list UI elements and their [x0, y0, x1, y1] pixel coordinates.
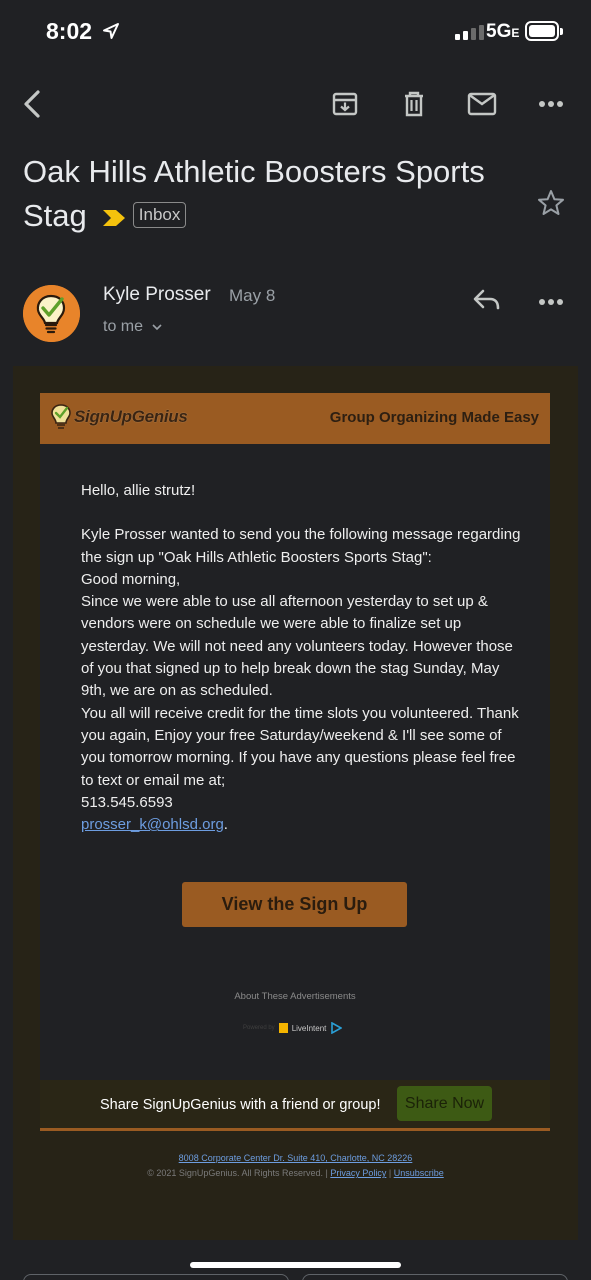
message-line: Since we were able to use all afternoon … — [81, 593, 513, 700]
message-intro: Kyle Prosser wanted to send you the foll… — [81, 526, 521, 566]
reply-button[interactable] — [470, 286, 506, 318]
signupgenius-header: SignUpGenius Group Organizing Made Easy — [40, 393, 550, 444]
more-horizontal-icon — [539, 101, 563, 107]
reply-action-button[interactable] — [23, 1274, 289, 1280]
unsubscribe-link[interactable]: Unsubscribe — [394, 1168, 444, 1178]
recipient-text: to me — [103, 318, 144, 335]
privacy-policy-link[interactable]: Privacy Policy — [330, 1168, 386, 1178]
delete-icon — [405, 91, 423, 117]
location-arrow-icon — [103, 23, 119, 39]
powered-by-text: Powered by — [243, 1025, 275, 1031]
email-subject: Oak Hills Athletic Boosters Sports Stag … — [23, 150, 523, 238]
archive-icon — [332, 92, 358, 116]
message-line: Good morning, — [81, 570, 181, 588]
subject-line-2: Stag — [23, 198, 87, 233]
footer-address[interactable]: 8008 Corporate Center Dr. Suite 410, Cha… — [13, 1153, 578, 1163]
mail-icon — [467, 92, 497, 116]
email-date: May 8 — [229, 286, 276, 305]
delete-button[interactable] — [396, 86, 432, 122]
about-ads-link[interactable]: About These Advertisements — [40, 991, 550, 1002]
network-type: 5GE — [486, 21, 520, 42]
brand-tagline: Group Organizing Made Easy — [329, 409, 539, 426]
more-horizontal-icon — [539, 299, 563, 305]
home-indicator[interactable] — [190, 1262, 401, 1268]
lightbulb-logo-icon — [23, 285, 80, 342]
share-prompt: Share SignUpGenius with a friend or grou… — [100, 1097, 381, 1113]
greeting: Hello, allie strutz! — [81, 482, 196, 499]
liveintent-logo-icon — [278, 1023, 288, 1033]
liveintent-text: LiveIntent — [291, 1023, 327, 1033]
signupgenius-logo[interactable]: SignUpGenius — [50, 403, 188, 431]
chevron-down-icon — [152, 324, 163, 331]
share-now-button[interactable]: Share Now — [397, 1086, 492, 1121]
forward-action-button[interactable] — [302, 1274, 568, 1280]
more-options-button[interactable] — [533, 86, 569, 122]
back-arrow-icon — [24, 90, 40, 118]
phone-number: 513.545.6593 — [81, 793, 173, 811]
sender-avatar[interactable] — [23, 285, 80, 342]
signal-strength-icon — [455, 24, 484, 40]
footer-separator: | — [388, 1168, 392, 1178]
reply-icon — [473, 289, 500, 310]
subject-line-1: Oak Hills Athletic Boosters Sports — [23, 154, 485, 189]
message-more-button[interactable] — [533, 286, 569, 318]
importance-marker-icon[interactable] — [101, 208, 127, 228]
brand-name: SignUpGenius — [74, 407, 188, 426]
email-link[interactable]: prosser_k@ohlsd.org — [81, 816, 224, 833]
copyright-text: © 2021 SignUpGenius. All Rights Reserved… — [147, 1168, 328, 1178]
adchoices-icon — [331, 1022, 343, 1034]
back-button[interactable] — [14, 86, 50, 122]
clock: 8:02 — [46, 18, 93, 44]
liveintent-badge[interactable]: Powered by LiveIntent — [243, 1022, 343, 1034]
archive-button[interactable] — [327, 86, 363, 122]
view-signup-button[interactable]: View the Sign Up — [182, 882, 407, 927]
message-line: You all will receive credit for the time… — [81, 704, 519, 789]
inbox-label-chip[interactable]: Inbox — [132, 201, 187, 228]
status-bar: 8:02 5GE — [0, 0, 591, 62]
share-bar: Share SignUpGenius with a friend or grou… — [40, 1080, 550, 1131]
sender-name: Kyle Prosser — [103, 284, 211, 305]
email-body: SignUpGenius Group Organizing Made Easy … — [13, 366, 578, 1240]
lightbulb-icon — [51, 404, 71, 429]
message-text: Hello, allie strutz! Kyle Prosser wanted… — [81, 480, 521, 836]
footer-copyright-line: © 2021 SignUpGenius. All Rights Reserved… — [13, 1168, 578, 1178]
message-card: Hello, allie strutz! Kyle Prosser wanted… — [40, 444, 550, 1080]
star-icon[interactable] — [536, 188, 566, 218]
recipient-details-toggle[interactable]: to me — [103, 318, 163, 336]
battery-icon — [525, 21, 563, 41]
email-link-line: prosser_k@ohlsd.org. — [81, 816, 228, 834]
mark-unread-button[interactable] — [464, 86, 500, 122]
email-toolbar — [0, 80, 591, 128]
